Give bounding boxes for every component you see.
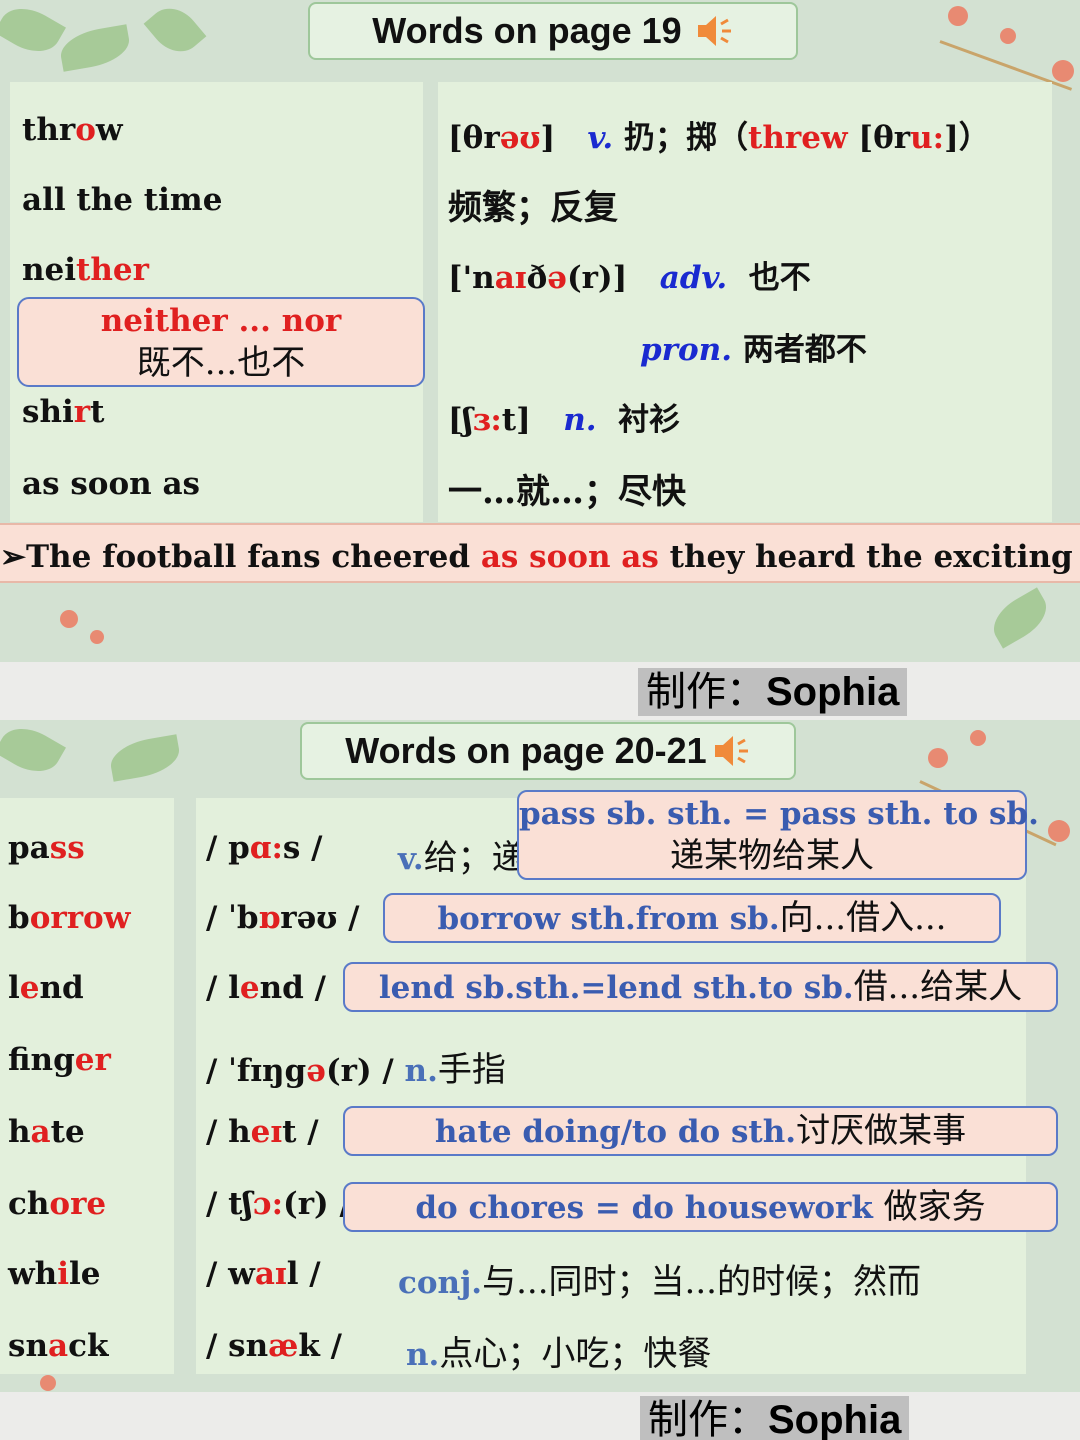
def-neither: ['naɪðə(r)] adv. 也不: [448, 260, 811, 296]
leaf-decoration: [57, 24, 133, 72]
credit-label: 制作：Sophia: [638, 668, 908, 716]
phonetic-borrow: / ˈbɒrəʊ /: [206, 900, 360, 936]
slide-page-20-21: Words on page 20-21 pass borrow lend fin…: [0, 720, 1080, 1392]
pass-callout: pass sb. sth. = pass sth. to sb. 递某物给某人: [517, 790, 1039, 880]
slide-gap: 制作：Sophia: [0, 1392, 1080, 1440]
slide-title-text: Words on page 19: [372, 10, 682, 51]
borrow-callout: borrow sth.from sb.向...借入...: [383, 893, 1001, 943]
hate-callout: hate doing/to do sth.讨厌做某事: [343, 1106, 1058, 1156]
word-as-soon-as: as soon as: [22, 466, 201, 502]
word-throw: throw: [22, 112, 123, 148]
arrow-icon: ➢: [0, 539, 26, 575]
berry-decoration: [1052, 60, 1074, 82]
berry-decoration: [1000, 28, 1016, 44]
def-as-soon-as: 一…就…；尽快: [448, 472, 686, 512]
word-lend: lend: [8, 970, 84, 1006]
berry-decoration: [1048, 820, 1070, 842]
leaf-decoration: [0, 720, 66, 783]
def-throw: [θrəʊ] v. 扔；掷（threw [θru:]）: [448, 120, 990, 156]
slide-page-19: Words on page 19 throw all the time neit…: [0, 0, 1080, 662]
word-all-the-time: all the time: [22, 182, 223, 218]
phonetic-while: / waɪl /: [206, 1256, 321, 1292]
word-pass: pass: [8, 830, 85, 866]
slide-title: Words on page 19: [308, 2, 798, 60]
word-neither: neither: [22, 252, 149, 288]
phonetic-hate: / heɪt /: [206, 1114, 319, 1150]
word-hate: hate: [8, 1114, 85, 1150]
leaf-decoration: [107, 734, 183, 782]
slide-gap: 制作：Sophia: [0, 662, 1080, 720]
word-finger: finger: [8, 1042, 111, 1078]
phonetic-snack: / snæk /: [206, 1328, 342, 1364]
phonetic-pass: / pɑ:s /: [206, 830, 323, 866]
phonetic-lend: / lend /: [206, 970, 326, 1006]
def-while: conj.与...同时；当...的时候；然而: [398, 1262, 921, 1302]
credit-label: 制作：Sophia: [640, 1396, 910, 1440]
def-shirt: [ʃɜ:t] n. 衬衫: [448, 402, 681, 438]
speaker-icon[interactable]: [694, 11, 734, 51]
def-pass: v.给；递: [398, 838, 526, 878]
word-shirt: shirt: [22, 394, 105, 430]
speaker-icon[interactable]: [711, 731, 751, 771]
def-snack: n.点心；小吃；快餐: [406, 1334, 712, 1374]
slide-title-text: Words on page 20-21: [345, 730, 707, 771]
chore-callout: do chores = do housework 做家务: [343, 1182, 1058, 1232]
callout-phrase: neither ... nor: [100, 303, 342, 339]
berry-decoration: [40, 1375, 56, 1391]
phonetic-finger: / ˈfɪŋgə(r) / n.手指: [206, 1050, 506, 1090]
slide-title: Words on page 20-21: [300, 722, 796, 780]
word-borrow: borrow: [8, 900, 131, 936]
word-while: while: [8, 1256, 101, 1292]
word-chore: chore: [8, 1186, 107, 1222]
callout-meaning: 既不...也不: [136, 343, 306, 383]
berry-decoration: [970, 730, 986, 746]
lend-callout: lend sb.sth.=lend sth.to sb.借...给某人: [343, 962, 1058, 1012]
leaf-decoration: [985, 587, 1055, 649]
berry-decoration: [60, 610, 78, 628]
def-neither-pron: pron. 两者都不: [640, 332, 867, 368]
neither-nor-callout: neither ... nor 既不...也不: [17, 297, 425, 387]
berry-decoration: [948, 6, 968, 26]
phonetic-chore: / tʃɔ:(r) /: [206, 1186, 351, 1222]
word-snack: snack: [8, 1328, 109, 1364]
leaf-decoration: [0, 0, 66, 63]
berry-decoration: [928, 748, 948, 768]
berry-decoration: [90, 630, 104, 644]
def-all-the-time: 频繁；反复: [448, 188, 618, 228]
example-bar: ➢The football fans cheered as soon as th…: [0, 523, 1080, 583]
leaf-decoration: [143, 0, 207, 63]
example-sentence: ➢The football fans cheered as soon as th…: [0, 539, 1080, 575]
